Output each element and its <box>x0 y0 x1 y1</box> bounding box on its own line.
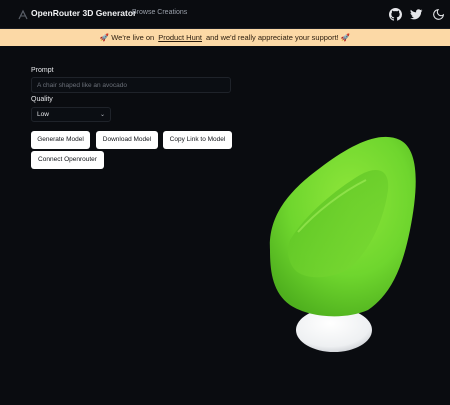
github-icon[interactable] <box>389 8 402 21</box>
chevron-down-icon: ⌄ <box>99 112 105 118</box>
prompt-input[interactable] <box>31 77 231 93</box>
browse-creations-link[interactable]: Browse Creations <box>132 9 187 16</box>
download-model-button[interactable]: Download Model <box>96 131 158 149</box>
quality-selected-value: Low <box>37 111 49 118</box>
prompt-label: Prompt <box>31 67 54 74</box>
product-hunt-link[interactable]: Product Hunt <box>158 33 202 42</box>
copy-link-button[interactable]: Copy Link to Model <box>163 131 232 149</box>
banner-text-after: and we'd really appreciate your support!… <box>206 33 351 42</box>
top-navigation-bar: OpenRouter 3D Generator Browse Creations <box>0 0 450 29</box>
announcement-banner: 🚀 We're live on Product Hunt and we'd re… <box>0 29 450 46</box>
quality-label: Quality <box>31 96 53 103</box>
app-title[interactable]: OpenRouter 3D Generator <box>31 8 136 18</box>
connect-openrouter-button[interactable]: Connect Openrouter <box>31 151 104 169</box>
twitter-icon[interactable] <box>410 8 423 21</box>
generate-model-button[interactable]: Generate Model <box>31 131 90 149</box>
dark-mode-icon[interactable] <box>432 8 445 21</box>
logo-icon[interactable] <box>16 8 30 22</box>
banner-text-before: 🚀 We're live on <box>99 33 155 42</box>
quality-select[interactable]: Low ⌄ <box>31 107 111 122</box>
avocado-chair-model[interactable] <box>250 120 450 360</box>
